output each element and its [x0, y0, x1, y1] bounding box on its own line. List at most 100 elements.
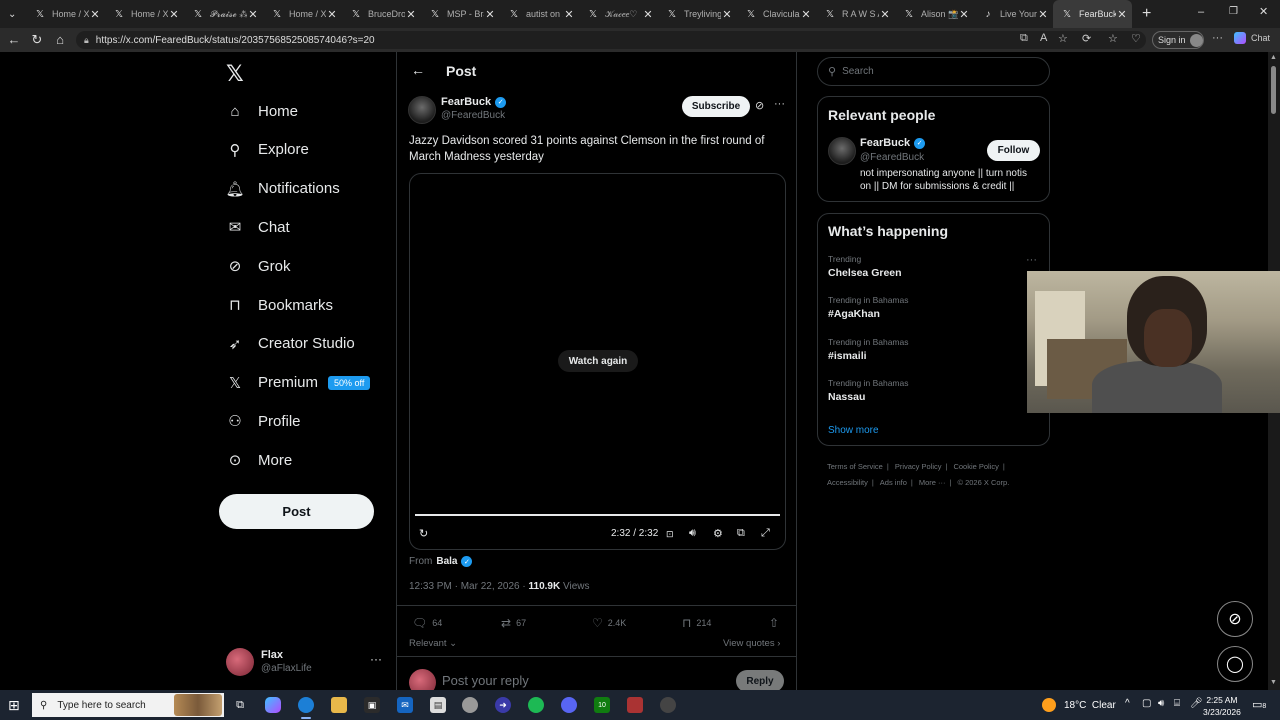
- reply-submit-button[interactable]: Reply: [736, 670, 784, 690]
- browser-tab[interactable]: 𝕏 Treyliving o✕: [658, 0, 737, 28]
- taskbar-search-input[interactable]: ⚲ Type here to search: [32, 693, 224, 717]
- close-icon[interactable]: ✕: [800, 8, 812, 21]
- from-account-link[interactable]: Bala: [436, 556, 457, 567]
- sign-in-button[interactable]: Sign in: [1152, 31, 1204, 49]
- task-view-icon[interactable]: ⧉: [232, 697, 248, 713]
- close-icon[interactable]: ✕: [168, 8, 180, 21]
- author-avatar[interactable]: [408, 96, 436, 124]
- reload-icon[interactable]: ↻: [25, 32, 49, 48]
- close-icon[interactable]: ✕: [721, 8, 733, 21]
- author-name-row[interactable]: FearBuck ✓: [441, 96, 507, 108]
- nav-item-notifications[interactable]: 🔔︎ Notifications: [225, 174, 339, 204]
- nav-item-chat[interactable]: ✉ Chat: [226, 212, 290, 242]
- bookmark-button[interactable]: ⊓ 214: [682, 616, 711, 630]
- trend-item[interactable]: Trending Chelsea Green: [828, 254, 902, 279]
- browser-tab[interactable]: 𝕏 𝓟𝓻𝓪𝓲𝓼𝓮 ⁂ ✕: [184, 0, 263, 28]
- copilot-icon[interactable]: [265, 697, 281, 713]
- person-name-row[interactable]: FearBuck ✓: [860, 137, 926, 149]
- home-icon[interactable]: ⌂: [48, 32, 72, 47]
- volume-icon[interactable]: 🔊︎: [689, 527, 696, 540]
- author-handle[interactable]: @FearedBuck: [441, 110, 505, 121]
- back-arrow-icon[interactable]: ←: [411, 62, 425, 78]
- settings-gear-icon[interactable]: ⚙: [713, 527, 723, 540]
- close-icon[interactable]: ✕: [405, 8, 417, 21]
- browser-tab[interactable]: 𝕏 Clavicular N✕: [737, 0, 816, 28]
- new-tab-button[interactable]: +: [1142, 5, 1151, 23]
- obs-icon[interactable]: [660, 697, 676, 713]
- notepad-icon[interactable]: ▤: [430, 697, 446, 713]
- account-switcher[interactable]: Flax @aFlaxLife ···: [226, 646, 386, 678]
- windows-start-icon[interactable]: ⊞: [8, 697, 20, 714]
- back-arrow-icon[interactable]: ←: [2, 32, 26, 47]
- xbox-icon[interactable]: 10: [594, 697, 610, 713]
- microphone-icon[interactable]: 🎤︎: [1190, 698, 1203, 709]
- browser-tab[interactable]: 𝕏 𝒦𝒶𝒸𝑒𝑒♡ ✕: [579, 0, 658, 28]
- file-explorer-icon[interactable]: [331, 697, 347, 713]
- nav-item-home[interactable]: ⌂ Home: [226, 96, 298, 126]
- person-avatar[interactable]: [828, 137, 856, 165]
- browser-tab[interactable]: 𝕏 Home / X ✕: [263, 0, 342, 28]
- follow-button[interactable]: Follow: [987, 140, 1040, 161]
- replay-icon[interactable]: ↻: [419, 527, 428, 540]
- game-app-icon[interactable]: [627, 697, 643, 713]
- subscribe-button[interactable]: Subscribe: [682, 96, 750, 117]
- post-timestamp[interactable]: 12:33 PM · Mar 22, 2026 ·: [409, 581, 529, 592]
- footer-link[interactable]: © 2026 X Corp.: [957, 478, 1009, 487]
- weather-widget[interactable]: 18°C Clear: [1042, 698, 1116, 712]
- browser-tab[interactable]: 𝕏 Home / X ✕: [105, 0, 184, 28]
- close-window-button[interactable]: ✕: [1259, 5, 1268, 18]
- grok-icon[interactable]: ⊘: [755, 99, 764, 112]
- volume-icon[interactable]: 🔊︎: [1158, 698, 1164, 709]
- video-progress-bar[interactable]: [415, 514, 780, 516]
- more-options-icon[interactable]: ···: [774, 98, 785, 110]
- close-icon[interactable]: ✕: [326, 8, 338, 21]
- share-button[interactable]: ⇧: [769, 616, 784, 630]
- trend-item[interactable]: Trending in Bahamas #ismaili: [828, 337, 908, 362]
- grok-fab-button[interactable]: ⊘: [1217, 601, 1253, 637]
- footer-link[interactable]: Cookie Policy: [953, 462, 998, 471]
- discord-icon[interactable]: [561, 697, 577, 713]
- close-icon[interactable]: ✕: [1037, 8, 1049, 21]
- network-icon[interactable]: ⌸: [1174, 698, 1180, 709]
- like-button[interactable]: ♡ 2.4K: [592, 616, 626, 630]
- nav-item-grok[interactable]: ⊘ Grok: [226, 251, 291, 281]
- edge-icon[interactable]: [298, 697, 314, 713]
- footer-link[interactable]: More ···: [919, 478, 946, 487]
- browser-tab[interactable]: 𝕏 FearBuck o✕: [1053, 0, 1132, 28]
- mail-icon[interactable]: ✉: [397, 697, 413, 713]
- watch-again-button[interactable]: Watch again: [558, 350, 638, 372]
- browser-tab[interactable]: 𝕏 MSP - Braz✕: [421, 0, 500, 28]
- url-field[interactable]: 🔒︎ https://x.com/FearedBuck/status/20357…: [76, 31, 1146, 49]
- nav-item-explore[interactable]: ⚲ Explore: [226, 135, 309, 165]
- nav-item-more[interactable]: ⊙ More: [226, 445, 292, 475]
- arrow-app-icon[interactable]: ➜: [495, 697, 511, 713]
- repost-button[interactable]: ⇄ 67: [501, 616, 526, 630]
- copilot-chat-button[interactable]: Chat: [1234, 32, 1270, 44]
- browser-tab[interactable]: 𝕏autist on X✕: [500, 0, 579, 28]
- picture-in-picture-icon[interactable]: ⧉: [737, 527, 745, 540]
- scrollbar-thumb[interactable]: [1271, 66, 1276, 114]
- close-icon[interactable]: ✕: [958, 8, 970, 21]
- browser-tab[interactable]: 𝕏 Home / X ✕: [26, 0, 105, 28]
- minimize-button[interactable]: –: [1198, 6, 1204, 18]
- nav-item-creator-studio[interactable]: ➶ Creator Studio: [226, 329, 355, 359]
- view-quotes-link[interactable]: View quotes ›: [723, 638, 780, 649]
- app-circle-icon[interactable]: [462, 697, 478, 713]
- favorites-icon[interactable]: ☆: [1108, 32, 1118, 45]
- tab-actions-button[interactable]: ⌄: [0, 0, 26, 28]
- app-icon[interactable]: ⧉: [1020, 32, 1028, 45]
- settings-more-icon[interactable]: ···: [1212, 32, 1223, 44]
- footer-link[interactable]: Privacy Policy: [895, 462, 942, 471]
- restore-button[interactable]: ❐: [1229, 6, 1238, 17]
- close-icon[interactable]: ✕: [879, 8, 891, 21]
- refresh-extension-icon[interactable]: ⟳: [1082, 32, 1091, 45]
- x-logo-icon[interactable]: 𝕏: [226, 61, 244, 87]
- scroll-down-icon[interactable]: ▼: [1270, 679, 1277, 686]
- trend-item[interactable]: Trending in Bahamas #AgaKhan: [828, 295, 908, 320]
- reply-input[interactable]: Post your reply: [442, 673, 529, 688]
- footer-link[interactable]: Accessibility: [827, 478, 868, 487]
- scroll-up-icon[interactable]: ▲: [1270, 54, 1277, 61]
- nav-item-bookmarks[interactable]: ⊓ Bookmarks: [226, 290, 333, 320]
- fullscreen-icon[interactable]: ⤢: [761, 527, 770, 540]
- chat-fab-button[interactable]: ◯: [1217, 646, 1253, 682]
